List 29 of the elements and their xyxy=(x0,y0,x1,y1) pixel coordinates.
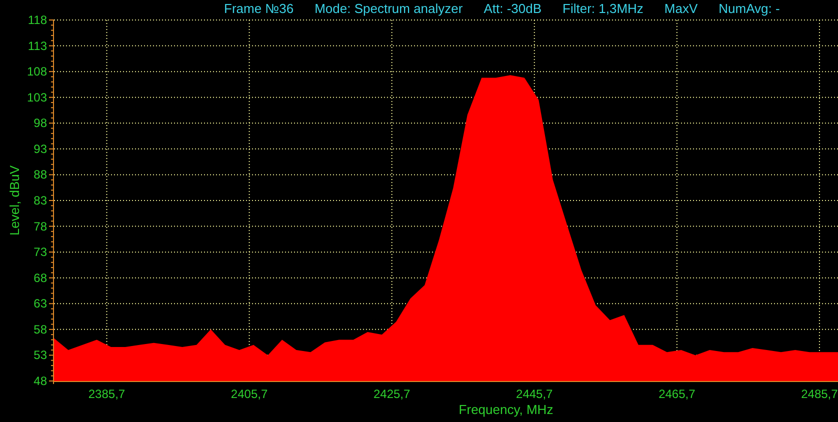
y-tick-label: 68 xyxy=(34,270,47,285)
y-tick-label: 113 xyxy=(28,38,47,53)
x-tick-label: 2485,7 xyxy=(801,387,838,401)
header-text: Frame №36 xyxy=(224,2,294,14)
x-tick-label: 2425,7 xyxy=(373,387,410,401)
y-tick-label: 98 xyxy=(34,116,47,130)
y-tick-label: 48 xyxy=(34,374,47,388)
y-tick-label: 58 xyxy=(34,322,47,336)
y-tick-label: 93 xyxy=(34,142,47,156)
y-tick-label: 63 xyxy=(34,296,47,311)
y-tick-label: 108 xyxy=(26,64,47,79)
x-tick-label: 2405,7 xyxy=(230,387,268,401)
y-tick-label: 118 xyxy=(28,14,47,27)
y-tick-label: 83 xyxy=(34,194,47,208)
header-text: Att: -30dB xyxy=(484,2,542,14)
y-axis-title: Level, dBuV xyxy=(7,165,22,236)
trace-mode-text: MaxV xyxy=(664,2,698,14)
header-text: Filter: 1,3MHz xyxy=(562,2,644,14)
y-tick-label: 73 xyxy=(34,245,47,260)
y-tick-label: 53 xyxy=(34,348,47,362)
x-axis-title: Frequency, MHz xyxy=(458,402,554,417)
y-tick-label: 88 xyxy=(34,168,47,182)
x-tick-label: 2445,7 xyxy=(516,387,553,401)
header-text: Mode: Spectrum analyzer xyxy=(314,2,463,14)
header-text: NumAvg: - xyxy=(718,2,780,14)
x-tick-label: 2465,7 xyxy=(658,387,696,401)
x-tick-label: 2385,7 xyxy=(88,387,126,401)
y-tick-label: 103 xyxy=(26,90,47,104)
y-tick-label: 78 xyxy=(34,219,47,234)
